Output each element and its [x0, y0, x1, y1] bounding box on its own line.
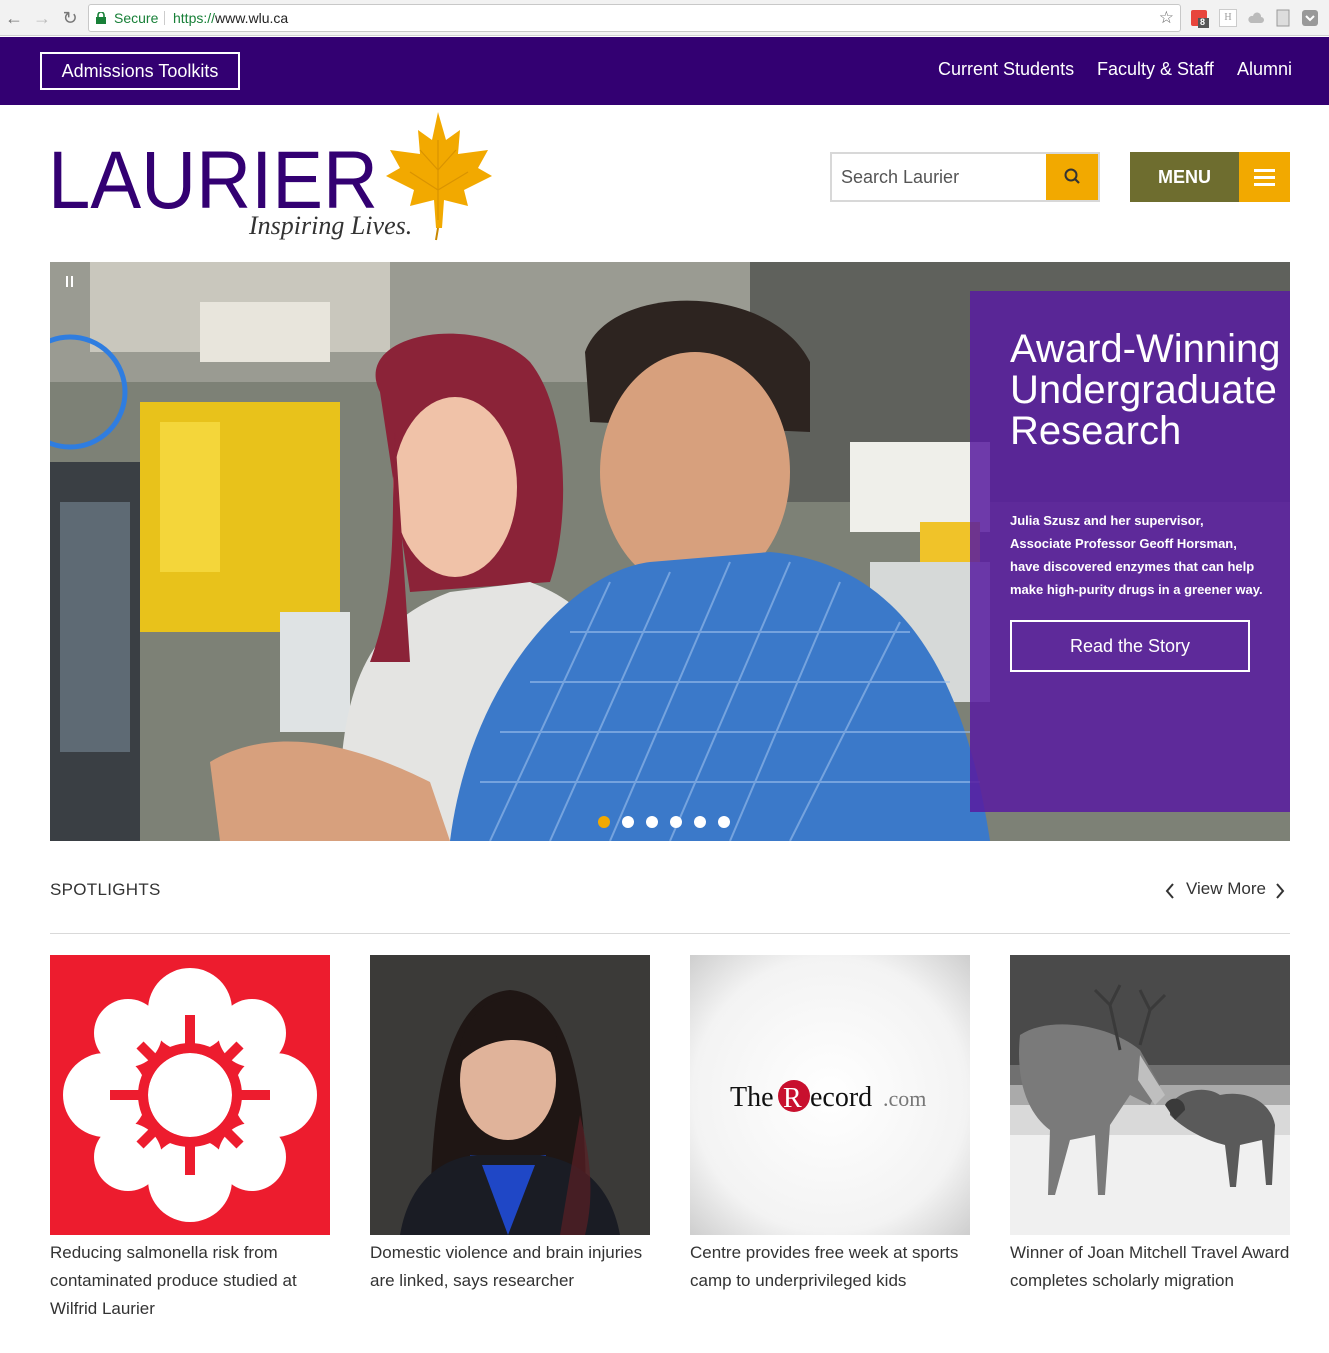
- spotlight-caption: Domestic violence and brain injuries are…: [370, 1243, 643, 1290]
- view-more-link[interactable]: View More: [1186, 879, 1266, 899]
- chevron-right-icon[interactable]: [1274, 882, 1286, 900]
- spotlight-caption: Winner of Joan Mitchell Travel Award com…: [1010, 1243, 1290, 1290]
- hamburger-icon: [1239, 152, 1290, 202]
- carousel-dot[interactable]: [694, 816, 706, 828]
- current-students-link[interactable]: Current Students: [938, 59, 1074, 80]
- spotlights-divider: [50, 933, 1290, 934]
- spotlight-caption: Centre provides free week at sports camp…: [690, 1243, 959, 1290]
- forward-icon[interactable]: →: [32, 7, 52, 29]
- carousel-dot[interactable]: [670, 816, 682, 828]
- extension-h-icon[interactable]: H: [1219, 9, 1237, 27]
- carousel-dot[interactable]: [646, 816, 658, 828]
- researcher-portrait-image: [370, 955, 650, 1235]
- browser-toolbar: ← → ↻ Secure https://www.wlu.ca ☆ 8 H: [0, 0, 1329, 36]
- main-menu-button[interactable]: MENU: [1130, 152, 1290, 202]
- bookmark-star-icon[interactable]: ☆: [1159, 5, 1174, 31]
- faculty-staff-link[interactable]: Faculty & Staff: [1097, 59, 1214, 80]
- laurier-logo[interactable]: LAURIER Inspiring Lives.: [48, 110, 498, 245]
- secure-label: Secure: [114, 10, 159, 26]
- menu-label: MENU: [1130, 152, 1239, 202]
- reload-icon[interactable]: ↻: [60, 7, 80, 29]
- spotlight-card[interactable]: Winner of Joan Mitchell Travel Award com…: [1010, 955, 1290, 1295]
- spotlight-card[interactable]: The R ecord .com Centre provides free we…: [690, 955, 970, 1295]
- logo-tagline: Inspiring Lives.: [248, 211, 412, 240]
- carousel-dot[interactable]: [622, 816, 634, 828]
- read-the-story-button[interactable]: Read the Story: [1010, 620, 1250, 672]
- pause-icon[interactable]: [64, 275, 78, 289]
- search-form: [830, 152, 1100, 202]
- carousel-dot[interactable]: [598, 816, 610, 828]
- spotlight-card[interactable]: Reducing salmonella risk from contaminat…: [50, 955, 330, 1323]
- hero-title: Award-Winning Undergraduate Research: [1010, 327, 1281, 453]
- calendar-extension-icon[interactable]: 8: [1190, 9, 1209, 28]
- address-bar[interactable]: Secure https://www.wlu.ca ☆: [88, 4, 1181, 32]
- cloud-extension-icon[interactable]: [1247, 9, 1265, 27]
- chevron-left-icon[interactable]: [1164, 882, 1176, 900]
- hero-panel: Award-Winning Undergraduate Research Jul…: [970, 291, 1290, 812]
- spotlight-card[interactable]: Domestic violence and brain injuries are…: [370, 955, 650, 1295]
- alumni-link[interactable]: Alumni: [1237, 59, 1292, 80]
- extension-badge: 8: [1200, 17, 1206, 27]
- search-input[interactable]: [832, 154, 1048, 200]
- hero-text: Julia Szusz and her supervisor, Associat…: [1010, 513, 1263, 597]
- admissions-toolkits-button[interactable]: Admissions Toolkits: [40, 52, 240, 90]
- record-logo-com: .com: [883, 1086, 926, 1111]
- record-logo-r: R: [783, 1083, 802, 1114]
- lock-icon: [96, 12, 106, 24]
- search-icon: [1064, 168, 1080, 184]
- record-logo-ecord: ecord: [810, 1082, 872, 1113]
- search-button[interactable]: [1046, 154, 1098, 200]
- record-logo-the: The: [730, 1082, 774, 1113]
- spotlights-heading: SPOTLIGHTS: [50, 880, 161, 899]
- back-icon[interactable]: ←: [4, 7, 24, 29]
- caribou-photo-image: [1010, 955, 1290, 1235]
- hero-carousel: Award-Winning Undergraduate Research Jul…: [50, 262, 1290, 841]
- url-text: https://www.wlu.ca: [173, 5, 288, 31]
- cbc-logo-image: [50, 955, 330, 1235]
- url-host: www.wlu.ca: [215, 10, 289, 26]
- omnibox-separator: [164, 11, 165, 25]
- the-record-logo-image: The R ecord .com: [690, 955, 970, 1235]
- view-more-control: View More: [1164, 879, 1290, 901]
- carousel-dot[interactable]: [718, 816, 730, 828]
- url-scheme: https://: [173, 10, 216, 26]
- utility-nav: Admissions Toolkits Current Students Fac…: [0, 37, 1329, 105]
- pocket-extension-icon[interactable]: [1301, 9, 1319, 27]
- page-extension-icon[interactable]: [1274, 9, 1292, 27]
- spotlight-caption: Reducing salmonella risk from contaminat…: [50, 1243, 297, 1318]
